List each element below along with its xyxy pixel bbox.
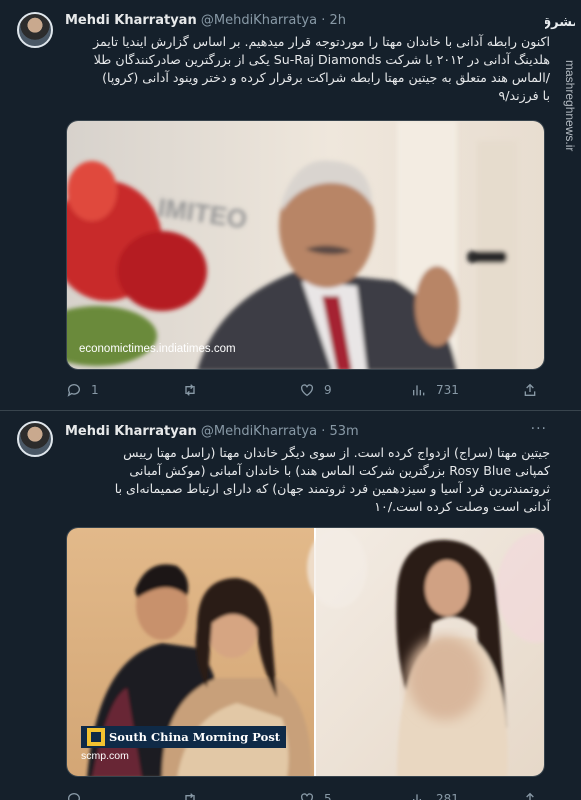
scmp-brand: South China Morning Post	[109, 730, 281, 744]
image-credit: economictimes.indiatimes.com	[79, 343, 236, 355]
text-line: ثروتمندترین فرد آسیا و سیزدهمین فرد ثروت…	[114, 481, 550, 496]
reply-count: 1	[91, 383, 99, 397]
views-button[interactable]: 281	[411, 791, 459, 800]
views-count: 281	[436, 792, 459, 800]
tweet-actions: 1 9 731	[66, 382, 536, 402]
reply-button[interactable]	[66, 791, 91, 800]
retweet-icon	[185, 793, 195, 800]
tweet-2[interactable]: Mehdi Kharratyan @MehdiKharratya · 53m ·…	[0, 411, 581, 800]
retweet-button[interactable]	[182, 382, 207, 398]
tweet-image[interactable]: South China Morning Post scmp.com	[66, 527, 545, 777]
tweet-1[interactable]: Mehdi Kharratyan @MehdiKharratya · 2h اک…	[0, 0, 581, 410]
text-line: هلدینگ آدانی در ۲۰۱۲ با شرکت Su-Raj Diam…	[93, 52, 550, 67]
author-name[interactable]: Mehdi Kharratyan	[65, 424, 197, 439]
retweet-button[interactable]	[182, 791, 207, 800]
avatar[interactable]	[17, 12, 53, 48]
like-count: 5	[324, 792, 332, 800]
share-icon	[524, 383, 536, 396]
views-icon	[413, 794, 421, 800]
views-button[interactable]: 731	[411, 382, 459, 398]
share-button[interactable]	[522, 791, 538, 800]
views-count: 731	[436, 383, 459, 397]
like-button[interactable]: 9	[299, 382, 332, 398]
heart-icon	[301, 384, 313, 397]
reply-icon	[67, 793, 80, 800]
scmp-logo-icon	[87, 728, 105, 746]
tweet-header: Mehdi Kharratyan @MehdiKharratya · 53m	[65, 424, 359, 439]
tweet-header: Mehdi Kharratyan @MehdiKharratya · 2h	[65, 13, 347, 28]
avatar[interactable]	[17, 421, 53, 457]
tweet-text: جیتین مهتا (سراج) ازدواج کرده است. از سو…	[62, 444, 550, 516]
scmp-url: scmp.com	[81, 750, 129, 762]
text-line: اکنون رابطه آدانی با خاندان مهتا را مورد…	[93, 34, 550, 49]
tweet-time[interactable]: 53m	[330, 424, 359, 439]
share-button[interactable]	[522, 382, 538, 398]
like-button[interactable]: 5	[299, 791, 332, 800]
reply-icon	[67, 384, 80, 397]
author-name[interactable]: Mehdi Kharratyan	[65, 13, 197, 28]
text-line: با فرزند/۹	[498, 88, 550, 103]
author-handle[interactable]: @MehdiKharratya	[201, 424, 317, 439]
scmp-badge: South China Morning Post scmp.com	[81, 726, 287, 762]
tweet-text: اکنون رابطه آدانی با خاندان مهتا را مورد…	[62, 33, 550, 105]
retweet-icon	[185, 384, 195, 396]
businessman-photo: IMITEO	[67, 121, 544, 369]
text-line: /الماس هند متعلق به جیتین مهتا رابطه شرا…	[102, 70, 550, 85]
author-handle[interactable]: @MehdiKharratya	[201, 13, 317, 28]
reply-button[interactable]: 1	[66, 382, 99, 398]
text-line: جیتین مهتا (سراج) ازدواج کرده است. از سو…	[123, 445, 550, 460]
like-count: 9	[324, 383, 332, 397]
tweet-time[interactable]: 2h	[330, 13, 347, 28]
more-options-icon[interactable]: ···	[531, 421, 547, 437]
text-line: آدانی است وصلت کرده است./۱۰	[374, 499, 550, 514]
text-line: کمپانی Rosy Blue بزرگترین شرکت الماس هند…	[129, 463, 550, 478]
tweet-image[interactable]: IMITEO economictimes.indiatimes.com	[66, 120, 545, 370]
share-icon	[526, 792, 534, 800]
tweet-actions: 5 281	[66, 791, 536, 800]
heart-icon	[301, 793, 313, 800]
views-icon	[413, 385, 425, 396]
